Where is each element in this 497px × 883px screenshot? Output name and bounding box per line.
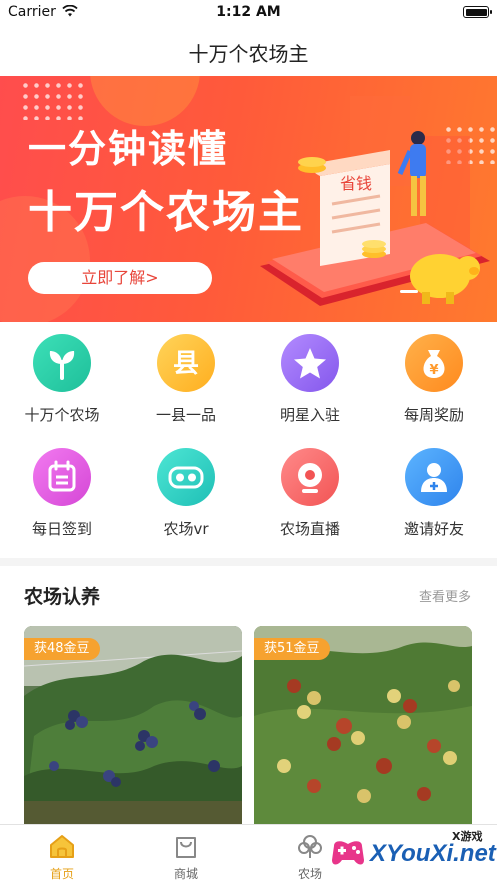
feature-label: 明星入驻 <box>279 406 340 424</box>
home-icon <box>50 835 74 858</box>
status-bar: Carrier 1:12 AM <box>0 0 497 26</box>
watermark: X游戏 XYouXi.net <box>322 822 497 883</box>
reward-badge: 获51金豆 <box>254 638 330 660</box>
view-more-link[interactable]: 查看更多 <box>419 586 471 605</box>
tab-label: 首页 <box>49 867 74 881</box>
clock: 1:12 AM <box>216 4 281 20</box>
tree-icon <box>298 835 322 858</box>
section-title: 农场认养 <box>24 586 101 608</box>
adoption-card[interactable]: 获48金豆 <box>24 626 242 824</box>
battery-icon <box>463 6 492 18</box>
feature-grid: 十万个农场 县 一县一品 明星入驻 ¥ 每周奖励 每日签到 农场vr 农场直播 <box>0 322 497 558</box>
tab-label: 商城 <box>173 867 198 881</box>
feature-invite-friends[interactable]: 邀请好友 <box>372 436 496 546</box>
feature-daily-checkin[interactable]: 每日签到 <box>0 436 124 546</box>
promo-banner[interactable]: 一分钟读懂 十万个农场主 立即了解> 省钱 <box>0 76 497 322</box>
money-bag-icon: ¥ <box>405 334 463 392</box>
sprout-icon <box>33 334 91 392</box>
county-icon: 县 <box>157 334 215 392</box>
adoption-card[interactable]: 获51金豆 <box>254 626 472 824</box>
svg-text:¥: ¥ <box>429 363 438 378</box>
banner-dots <box>20 80 84 120</box>
feature-farm-live[interactable]: 农场直播 <box>248 436 372 546</box>
vr-icon <box>157 448 215 506</box>
feature-label: 邀请好友 <box>403 520 464 538</box>
feature-label: 一县一品 <box>155 406 216 424</box>
shopping-bag-icon <box>176 837 196 858</box>
feature-weekly-reward[interactable]: ¥ 每周奖励 <box>372 322 496 432</box>
calendar-icon <box>33 448 91 506</box>
reward-badge: 获48金豆 <box>24 638 100 660</box>
gamepad-logo-icon <box>332 841 364 865</box>
star-icon <box>281 334 339 392</box>
feature-hundred-thousand-farms[interactable]: 十万个农场 <box>0 322 124 432</box>
farm-adoption-section: 农场认养 查看更多 获48金豆 获51金豆 <box>0 566 497 824</box>
feature-farm-vr[interactable]: 农场vr <box>124 436 248 546</box>
banner-headline: 一分钟读懂 <box>28 127 229 171</box>
feature-label: 十万个农场 <box>24 406 100 424</box>
banner-illustration: 省钱 <box>260 96 490 306</box>
feature-label: 农场vr <box>163 520 209 538</box>
feature-celebrity-join[interactable]: 明星入驻 <box>248 322 372 432</box>
feature-one-county-one-product[interactable]: 县 一县一品 <box>124 322 248 432</box>
tab-mall[interactable]: 商城 <box>124 825 248 883</box>
add-user-icon <box>405 448 463 506</box>
county-glyph: 县 <box>173 349 199 379</box>
feature-label: 每周奖励 <box>403 406 464 424</box>
tab-home[interactable]: 首页 <box>0 825 124 883</box>
nav-bar: 十万个农场主 <box>0 26 497 76</box>
page-title: 十万个农场主 <box>188 42 309 66</box>
watermark-brand: XYouXi.net <box>370 840 496 867</box>
learn-more-button[interactable]: 立即了解> <box>28 262 212 294</box>
feature-label: 农场直播 <box>279 520 340 538</box>
webcam-icon <box>281 448 339 506</box>
receipt-label: 省钱 <box>340 174 372 193</box>
feature-label: 每日签到 <box>31 520 92 538</box>
